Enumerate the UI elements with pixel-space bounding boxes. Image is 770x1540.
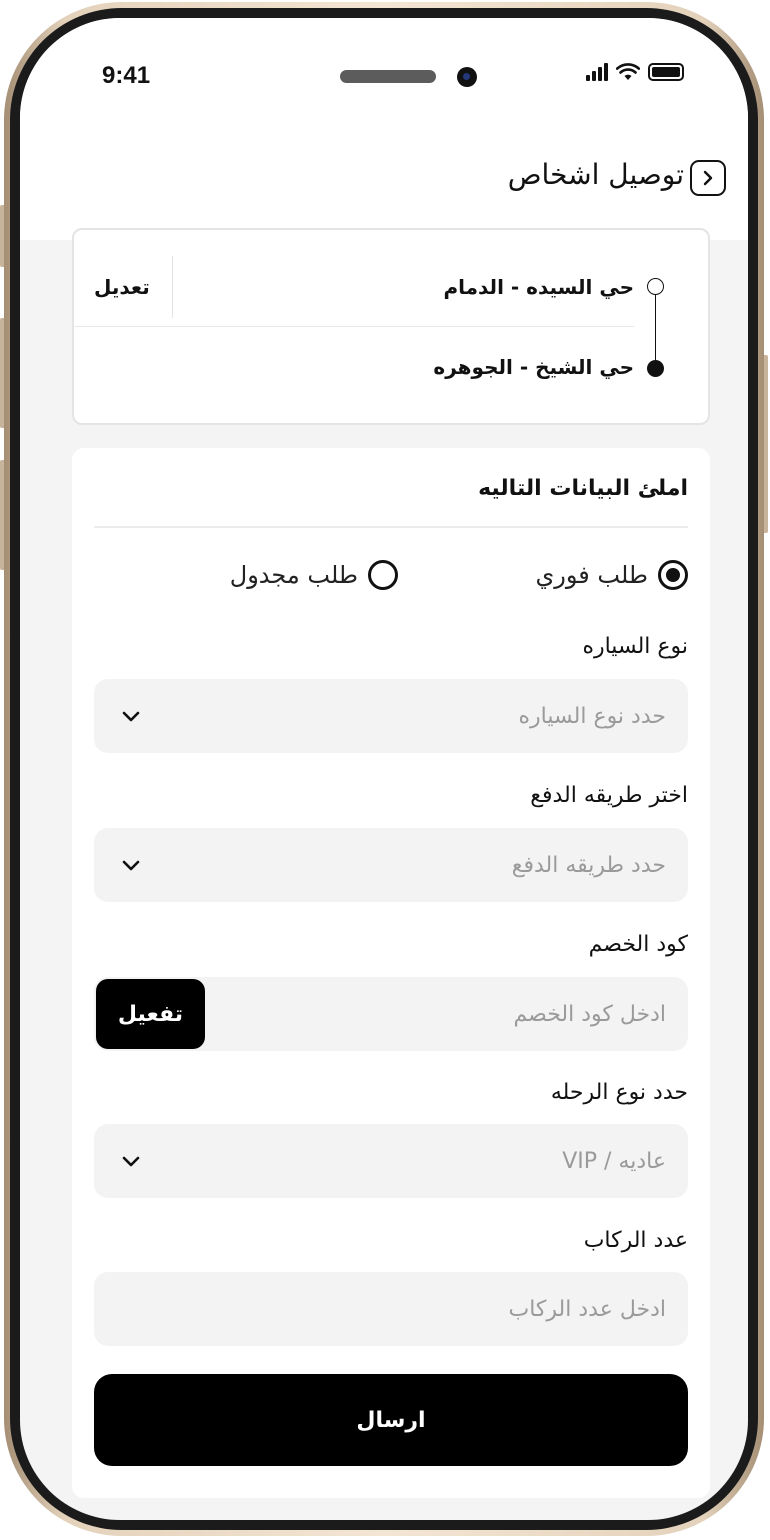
- page-header: توصيل اشخاص: [20, 90, 748, 240]
- wifi-icon: [616, 63, 640, 80]
- chevron-down-icon: [122, 860, 140, 871]
- page-title: توصيل اشخاص: [507, 158, 684, 191]
- screen: 9:41 توصيل اشخاص حي السيده - الدمام حي ا…: [20, 18, 748, 1520]
- discount-label: كود الخصم: [588, 932, 688, 957]
- car-type-label: نوع السياره: [582, 634, 688, 659]
- dropoff-location: حي الشيخ - الجوهره: [433, 355, 634, 379]
- form-divider: [94, 526, 688, 528]
- chevron-right-icon: [703, 170, 713, 186]
- chevron-down-icon: [122, 711, 140, 722]
- route-card: حي السيده - الدمام حي الشيخ - الجوهره تع…: [72, 228, 710, 425]
- order-type-scheduled-label: طلب مجدول: [229, 561, 358, 589]
- order-type-scheduled[interactable]: طلب مجدول: [230, 560, 398, 590]
- speaker-grille: [340, 70, 436, 83]
- discount-placeholder: ادخل كود الخصم: [513, 1001, 666, 1027]
- passengers-placeholder: ادخل عدد الركاب: [508, 1296, 666, 1322]
- discount-code-input[interactable]: ادخل كود الخصم تفعيل: [94, 977, 688, 1051]
- edit-separator: [172, 256, 173, 318]
- phone-frame: 9:41 توصيل اشخاص حي السيده - الدمام حي ا…: [4, 2, 764, 1536]
- trip-type-placeholder: عاديه / VIP: [562, 1148, 666, 1174]
- battery-icon: [648, 63, 684, 81]
- payment-placeholder: حدد طريقه الدفع: [511, 852, 666, 878]
- payment-label: اختر طريقه الدفع: [530, 783, 688, 808]
- payment-select[interactable]: حدد طريقه الدفع: [94, 828, 688, 902]
- status-bar: 9:41: [20, 18, 748, 90]
- pickup-point-icon: [647, 278, 664, 295]
- submit-button[interactable]: ارسال: [94, 1374, 688, 1466]
- status-icons: [586, 63, 684, 81]
- pickup-location: حي السيده - الدمام: [443, 275, 634, 299]
- front-camera: [457, 67, 477, 87]
- order-type-instant[interactable]: طلب فوري: [535, 560, 688, 590]
- trip-type-select[interactable]: عاديه / VIP: [94, 1124, 688, 1198]
- passengers-label: عدد الركاب: [583, 1228, 688, 1253]
- form-heading: املئ البيانات التاليه: [478, 476, 688, 501]
- passengers-input[interactable]: ادخل عدد الركاب: [94, 1272, 688, 1346]
- back-button[interactable]: [690, 160, 726, 196]
- activate-discount-button[interactable]: تفعيل: [96, 979, 205, 1049]
- order-form: املئ البيانات التاليه طلب فوري طلب مجدول…: [72, 448, 710, 1498]
- edit-route-button[interactable]: تعديل: [94, 275, 150, 299]
- radio-checked-icon[interactable]: [658, 560, 688, 590]
- trip-type-label: حدد نوع الرحله: [550, 1080, 688, 1105]
- order-type-instant-label: طلب فوري: [535, 561, 649, 589]
- status-time: 9:41: [102, 62, 151, 89]
- car-type-select[interactable]: حدد نوع السياره: [94, 679, 688, 753]
- chevron-down-icon: [122, 1156, 140, 1167]
- car-type-placeholder: حدد نوع السياره: [518, 703, 666, 729]
- radio-unchecked-icon[interactable]: [368, 560, 398, 590]
- phone-bezel: 9:41 توصيل اشخاص حي السيده - الدمام حي ا…: [10, 8, 758, 1530]
- route-divider: [74, 326, 634, 327]
- route-connector: [655, 295, 656, 360]
- signal-icon: [586, 63, 608, 81]
- dropoff-point-icon: [647, 360, 664, 377]
